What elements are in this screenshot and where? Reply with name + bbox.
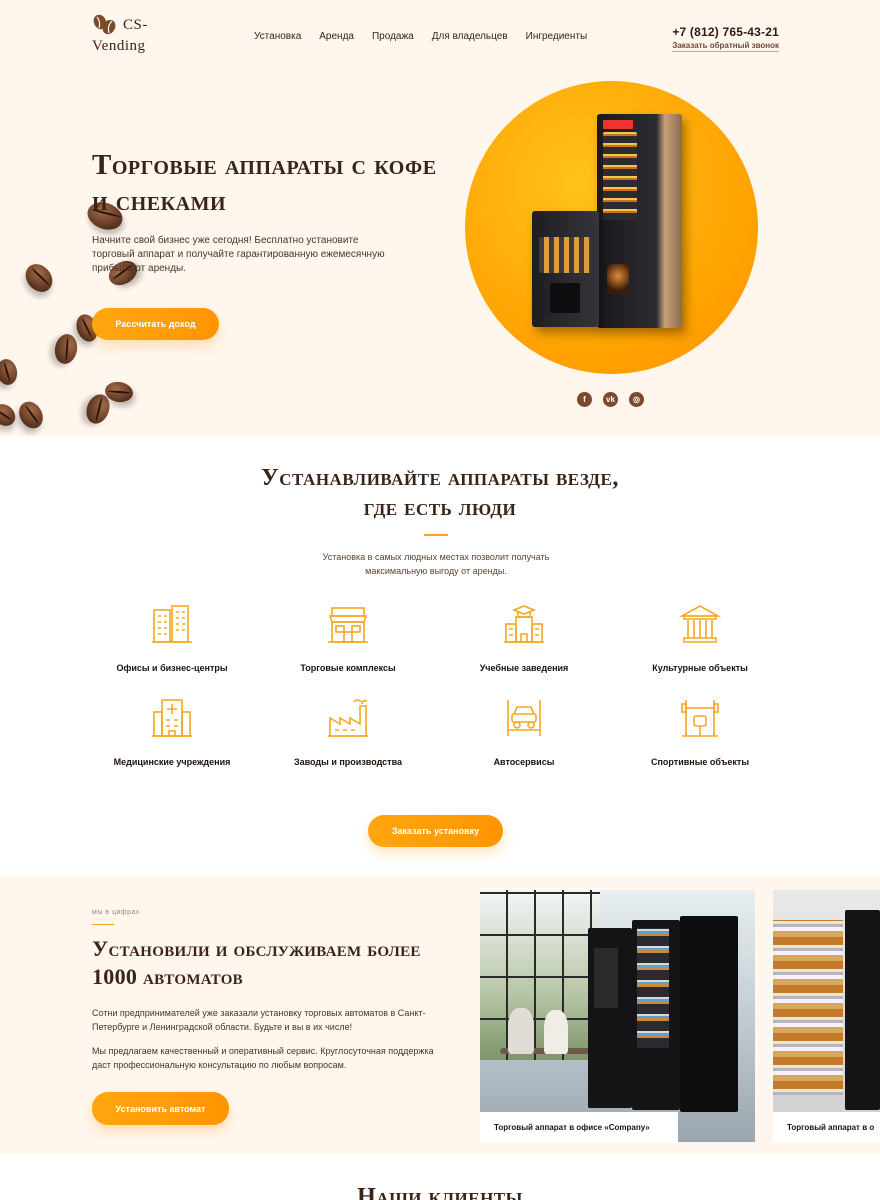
school-icon [504, 605, 544, 643]
photo-card[interactable]: Торговый аппарат в о [773, 890, 880, 1142]
coffee-bean-decor [0, 357, 20, 387]
order-installation-button[interactable]: Заказать установку [368, 815, 503, 847]
coffee-beans-logo-icon [93, 14, 116, 35]
clients-title: Наши клиенты [357, 1184, 523, 1200]
place-label: Офисы и бизнес-центры [116, 663, 228, 673]
photo-card[interactable]: Торговый аппарат в офисе «Company» [480, 890, 755, 1142]
nav-link-rent[interactable]: Аренда [319, 31, 354, 42]
place-item: Автосервисы [436, 696, 612, 767]
numbers-section: мы в цифрах Установили и обслуживаем бол… [0, 876, 880, 1154]
shopping-mall-icon [328, 607, 368, 643]
car-lift-icon [507, 700, 541, 736]
place-label: Культурные объекты [652, 663, 748, 673]
office-window-image [480, 890, 600, 1060]
coffee-bean-decor [0, 399, 20, 431]
office-buildings-icon [152, 605, 192, 643]
callback-link[interactable]: Заказать обратный звонок [672, 41, 779, 52]
logo-text-line2: Vending [92, 38, 146, 54]
eyebrow-divider [92, 924, 114, 925]
place-item: Заводы и производства [260, 696, 436, 767]
coffee-bean-decor [52, 332, 80, 366]
coffee-bean-decor [14, 397, 48, 433]
place-item: Офисы и бизнес-центры [84, 602, 260, 673]
hero-section: CS- Vending Установка Аренда Продажа Для… [0, 0, 880, 436]
machine-display [539, 237, 591, 273]
hospital-icon [152, 699, 192, 737]
place-item: Торговые комплексы [260, 602, 436, 673]
nav-link-sale[interactable]: Продажа [372, 31, 414, 42]
numbers-paragraph-1: Сотни предпринимателей уже заказали уста… [92, 1008, 426, 1032]
place-item: Культурные объекты [612, 602, 788, 673]
phone-number[interactable]: +7 (812) 765-43-21 [672, 25, 779, 39]
logo-text-line1: CS- [123, 17, 148, 33]
coffee-cup-image [607, 264, 629, 294]
vending-machine-image [588, 928, 632, 1108]
photo-caption: Торговый аппарат в офисе «Company» [480, 1112, 678, 1142]
snack-machine-image [773, 920, 843, 1095]
place-label: Автосервисы [493, 757, 555, 767]
instagram-icon[interactable]: ◎ [629, 392, 644, 407]
machine-brand-plate [603, 120, 633, 129]
section-eyebrow: мы в цифрах [92, 909, 140, 916]
numbers-paragraph-2: Мы предлагаем качественный и оперативный… [92, 1046, 434, 1070]
photo-caption: Торговый аппарат в о [773, 1112, 880, 1142]
vending-machine-image [632, 920, 680, 1110]
places-subtitle: Установка в самых людных местах позволит… [322, 552, 550, 576]
museum-icon [678, 605, 722, 643]
place-item: Учебные заведения [436, 602, 612, 673]
place-item: Спортивные объекты [612, 696, 788, 767]
clients-section: Наши клиенты [0, 1154, 880, 1200]
hero-title: Торговые аппараты с кофе и снеками [92, 149, 437, 217]
vending-machine-image [680, 916, 738, 1112]
nav-link-ingredients[interactable]: Ингредиенты [526, 31, 588, 42]
numbers-title: Установили и обслуживаем более 1000 авто… [92, 936, 421, 989]
factory-icon [328, 699, 368, 737]
vending-machine-image [845, 910, 880, 1110]
tabletop-machine-image [532, 211, 599, 327]
nav-link-owners[interactable]: Для владельцев [432, 31, 508, 42]
place-item: Медицинские учреждения [84, 696, 260, 767]
machine-dispenser [550, 283, 580, 313]
calculate-income-button[interactable]: Рассчитать доход [92, 308, 219, 340]
logo[interactable]: CS- Vending [92, 14, 182, 58]
place-label: Медицинские учреждения [113, 757, 231, 767]
machine-display [603, 132, 637, 220]
title-divider [424, 534, 448, 536]
place-label: Учебные заведения [479, 663, 569, 673]
coffee-bean-decor [20, 258, 58, 298]
person-image [508, 1008, 534, 1054]
places-title-line2: где есть люди [363, 495, 517, 521]
person-image [544, 1010, 568, 1054]
install-machine-button[interactable]: Установить автомат [92, 1092, 229, 1125]
hero-description: Начните свой бизнес уже сегодня! Бесплат… [92, 235, 385, 274]
place-label: Торговые комплексы [300, 663, 396, 673]
places-section: Устанавливайте аппараты везде, где есть … [0, 436, 880, 876]
vending-machine-image [597, 114, 682, 328]
gym-icon [681, 700, 719, 737]
places-title: Устанавливайте аппараты везде, где есть … [0, 463, 880, 523]
main-nav: Установка Аренда Продажа Для владельцев … [254, 31, 605, 42]
places-title-line1: Устанавливайте аппараты везде, [261, 465, 619, 491]
social-links: f vk ◎ [577, 392, 644, 407]
facebook-icon[interactable]: f [577, 392, 592, 407]
vk-icon[interactable]: vk [603, 392, 618, 407]
nav-link-installation[interactable]: Установка [254, 31, 301, 42]
place-label: Спортивные объекты [650, 757, 749, 767]
place-label: Заводы и производства [293, 757, 403, 767]
